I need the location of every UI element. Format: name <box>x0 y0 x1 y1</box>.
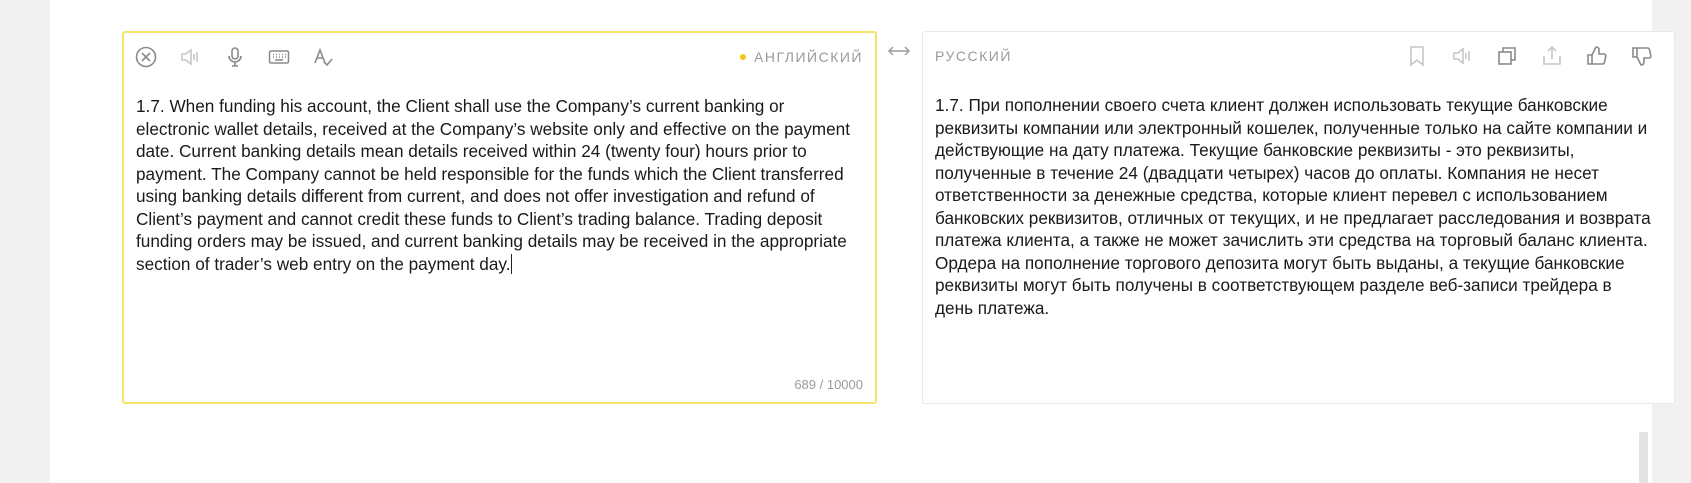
language-indicator-dot <box>740 54 747 60</box>
target-panel: РУССКИЙ 1.7. При пополнении своего счета… <box>922 31 1675 404</box>
source-panel: АНГЛИЙСКИЙ 1.7. When funding his account… <box>122 31 877 404</box>
clear-icon[interactable] <box>134 45 158 69</box>
copy-icon[interactable] <box>1495 44 1519 68</box>
speaker-icon[interactable] <box>1450 44 1474 68</box>
thumbs-down-icon[interactable] <box>1630 44 1654 68</box>
source-language-selector[interactable]: АНГЛИЙСКИЙ <box>740 49 863 65</box>
character-counter: 689 / 10000 <box>794 377 863 392</box>
scrollbar[interactable] <box>1639 432 1648 483</box>
spellcheck-icon[interactable] <box>311 45 335 69</box>
source-text: 1.7. When funding his account, the Clien… <box>136 96 855 274</box>
microphone-icon[interactable] <box>223 45 247 69</box>
source-toolbar: АНГЛИЙСКИЙ <box>124 33 875 79</box>
translation-output: 1.7. При пополнении своего счета клиент … <box>935 95 1656 318</box>
keyboard-icon[interactable] <box>267 45 291 69</box>
swap-arrows-icon <box>887 44 911 62</box>
swap-languages-button[interactable] <box>885 43 913 63</box>
source-text-input[interactable]: 1.7. When funding his account, the Clien… <box>136 95 853 275</box>
text-caret <box>510 253 512 274</box>
speaker-icon[interactable] <box>178 45 202 69</box>
thumbs-up-icon[interactable] <box>1585 44 1609 68</box>
translator-page: АНГЛИЙСКИЙ 1.7. When funding his account… <box>50 0 1675 483</box>
target-language-selector[interactable]: РУССКИЙ <box>935 48 1012 64</box>
source-language-label: АНГЛИЙСКИЙ <box>754 49 863 65</box>
share-icon[interactable] <box>1540 44 1564 68</box>
bookmark-icon[interactable] <box>1405 44 1429 68</box>
target-toolbar: РУССКИЙ <box>923 32 1674 78</box>
